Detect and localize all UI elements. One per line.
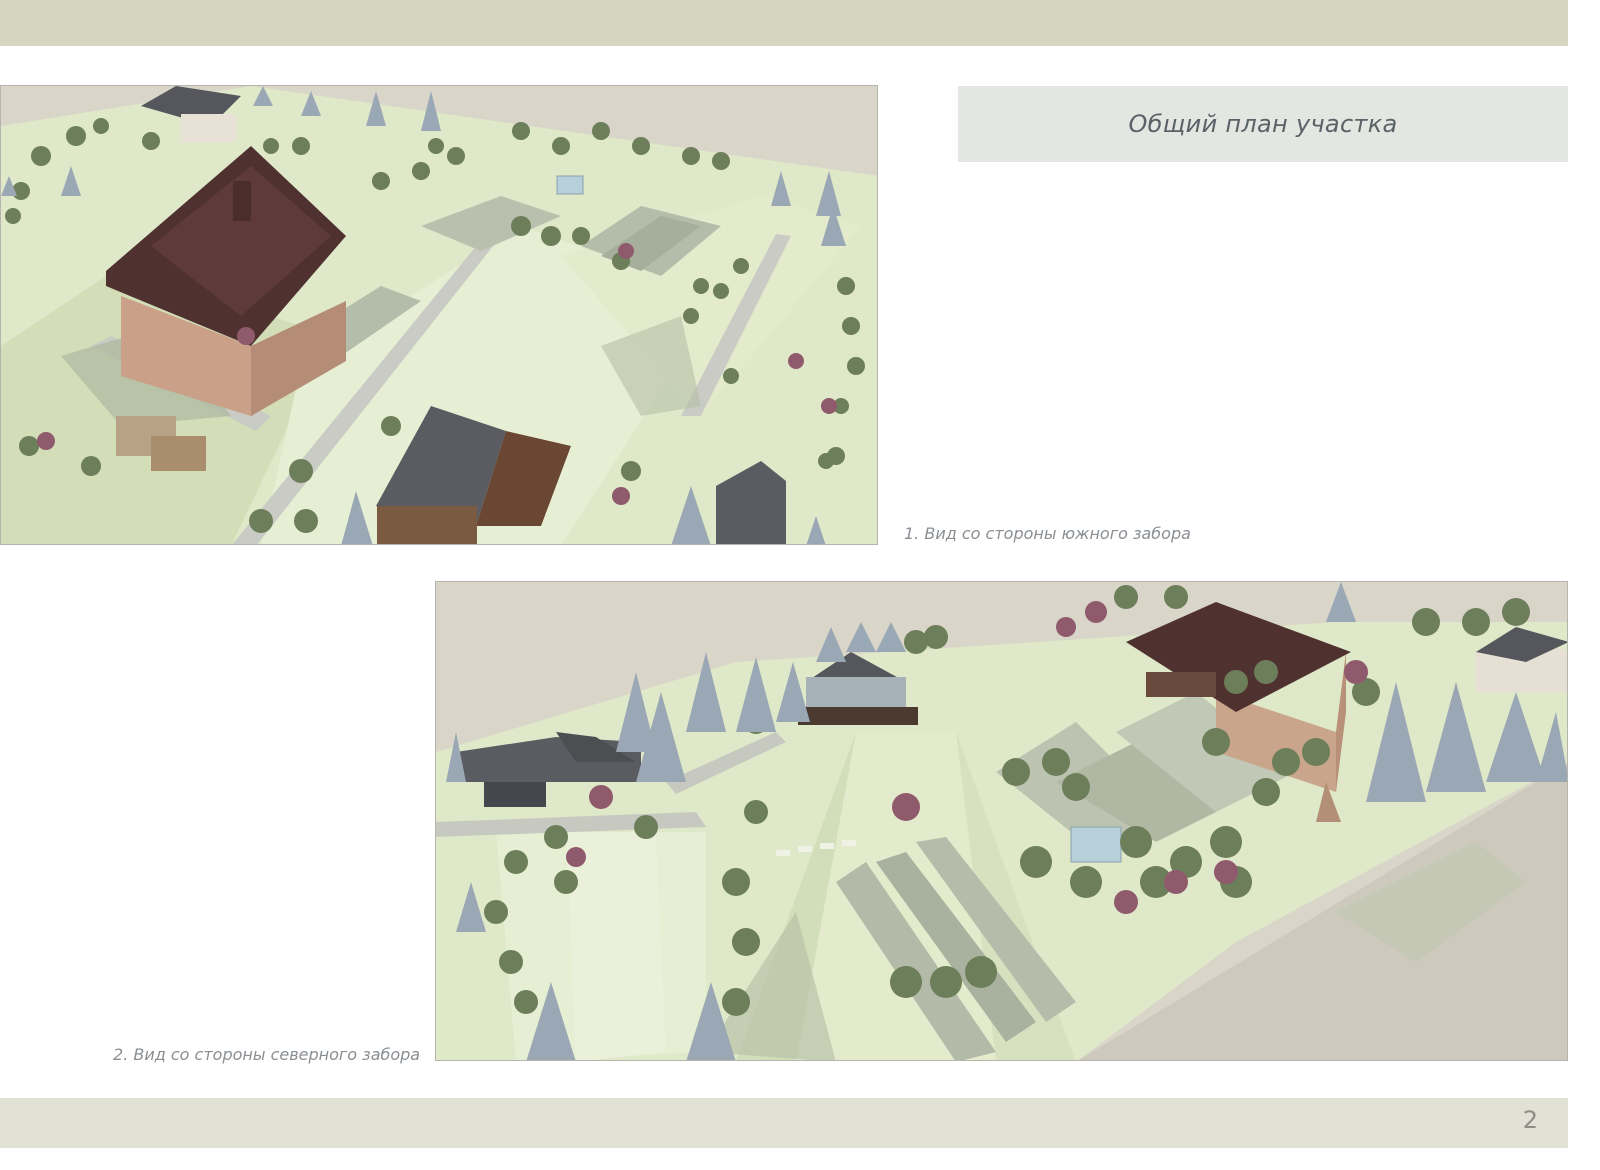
title-box: Общий план участка (958, 86, 1568, 162)
render-north-fence (435, 581, 1568, 1061)
render-south-fence (0, 85, 878, 545)
bottom-band (0, 1098, 1568, 1148)
caption-view-1: 1. Вид со стороны южного забора (904, 524, 1191, 543)
top-band (0, 0, 1568, 46)
caption-view-2: 2. Вид со стороны северного забора (113, 1045, 421, 1064)
page-title: Общий план участка (1128, 110, 1398, 138)
page-number: 2 (1522, 1106, 1538, 1134)
